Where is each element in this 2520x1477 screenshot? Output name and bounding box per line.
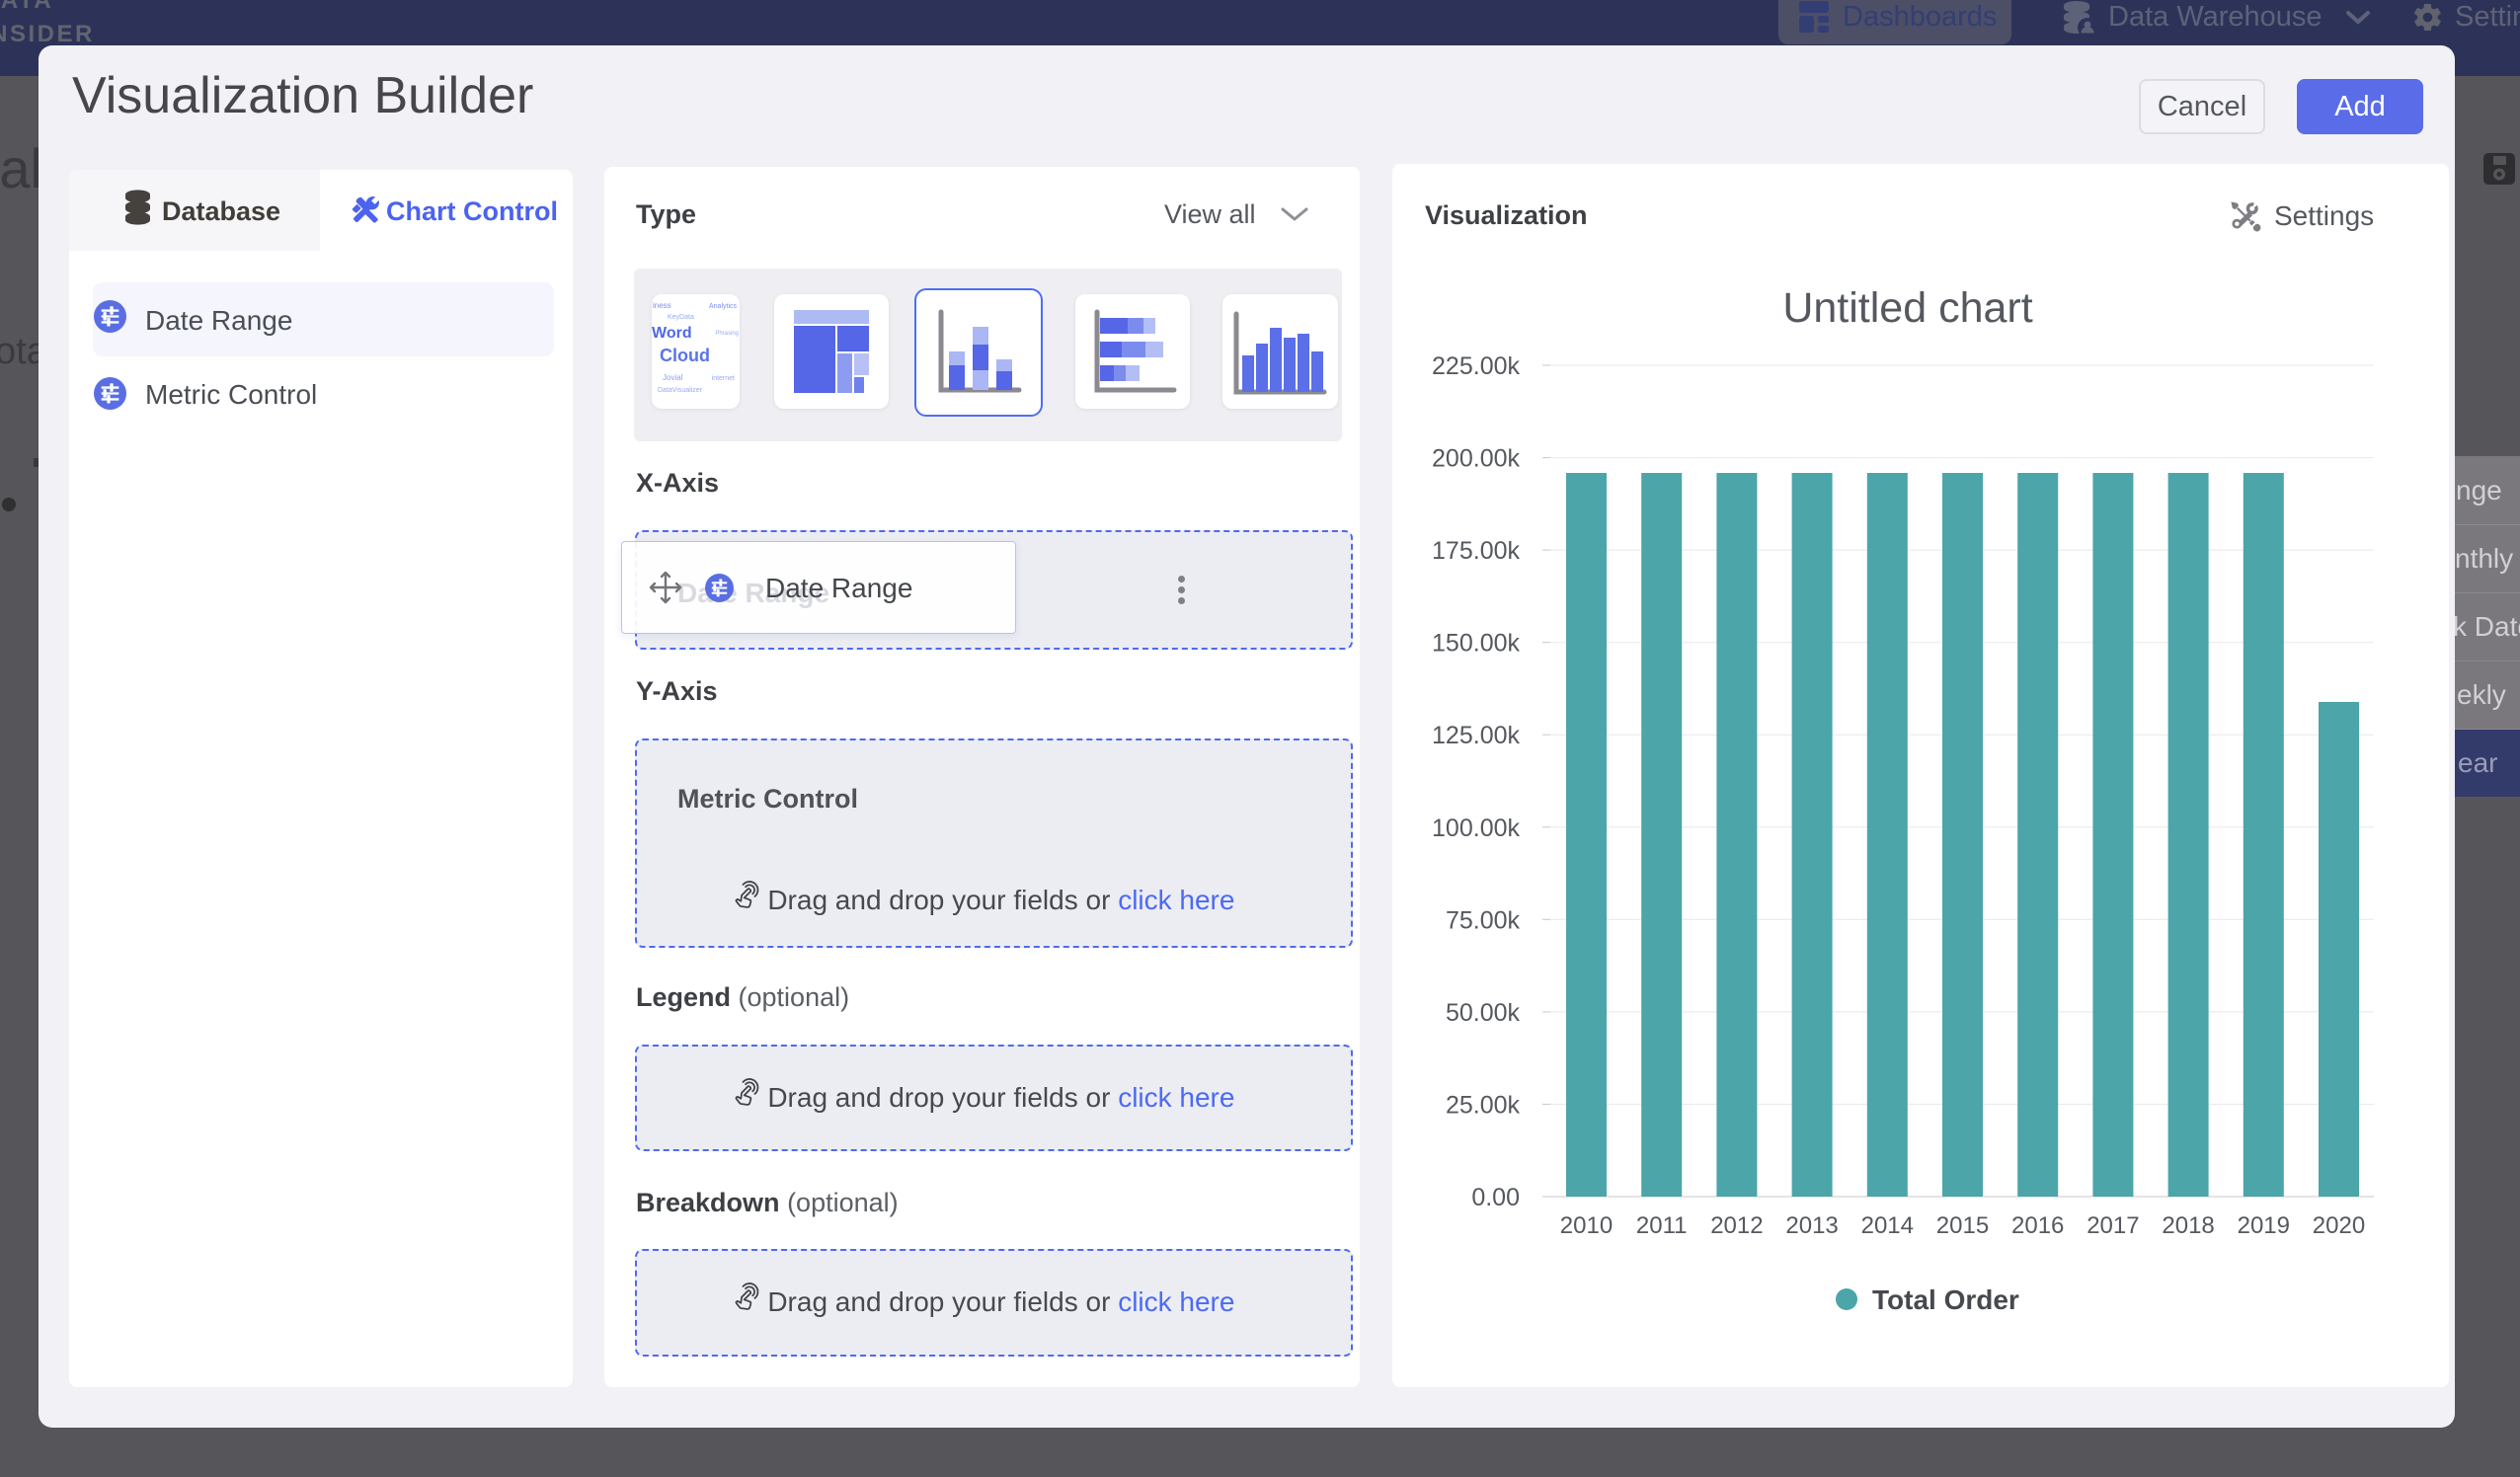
svg-text:2019: 2019 [2238, 1212, 2290, 1239]
svg-text:75.00k: 75.00k [1446, 906, 1521, 934]
svg-text:Untitled chart: Untitled chart [1782, 284, 2032, 332]
svg-text:50.00k: 50.00k [1446, 999, 1521, 1027]
svg-text:150.00k: 150.00k [1432, 630, 1520, 658]
svg-text:Total Order: Total Order [1872, 1284, 2019, 1315]
svg-text:2015: 2015 [1936, 1212, 1989, 1239]
svg-text:25.00k: 25.00k [1446, 1091, 1521, 1119]
svg-text:2017: 2017 [2087, 1212, 2139, 1239]
svg-text:175.00k: 175.00k [1432, 537, 1520, 565]
svg-text:2016: 2016 [2011, 1212, 2064, 1239]
svg-text:2020: 2020 [2313, 1212, 2365, 1239]
svg-text:2013: 2013 [1785, 1212, 1838, 1239]
svg-text:2012: 2012 [1710, 1212, 1763, 1239]
svg-text:100.00k: 100.00k [1432, 815, 1520, 842]
svg-text:225.00k: 225.00k [1432, 352, 1520, 380]
svg-text:200.00k: 200.00k [1432, 445, 1520, 473]
svg-text:2010: 2010 [1560, 1212, 1613, 1239]
svg-text:2018: 2018 [2162, 1212, 2214, 1239]
svg-text:2014: 2014 [1861, 1212, 1914, 1239]
svg-text:125.00k: 125.00k [1432, 722, 1520, 749]
svg-text:0.00: 0.00 [1471, 1184, 1520, 1211]
svg-text:2011: 2011 [1636, 1212, 1688, 1239]
